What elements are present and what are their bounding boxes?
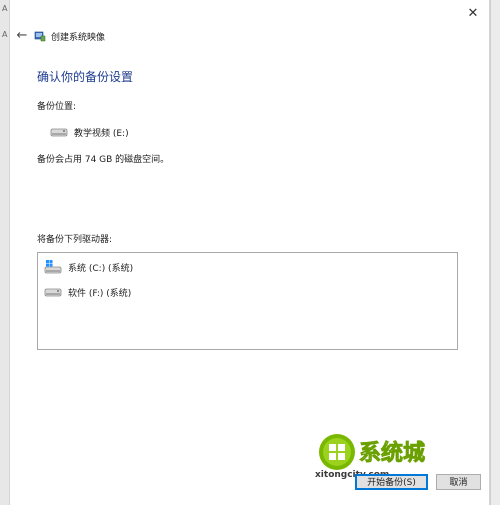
- backup-location-drive-label: 教学视频 (E:): [74, 129, 129, 139]
- back-button[interactable]: ←: [14, 28, 30, 44]
- page-heading: 确认你的备份设置: [37, 70, 134, 84]
- background-text-fragment: A: [2, 30, 8, 39]
- window-title: 创建系统映像: [51, 33, 106, 43]
- background-window-strip-right: [490, 0, 500, 505]
- close-button[interactable]: ✕: [465, 6, 481, 22]
- windows-drive-icon: [44, 260, 62, 274]
- backup-location-drive: 教学视频 (E:): [50, 126, 129, 139]
- watermark-logo: 系统城 xitongcity.com: [315, 434, 425, 480]
- drive-label: 软件 (F:) (系统): [68, 289, 132, 299]
- system-image-icon: [34, 31, 46, 42]
- start-backup-button[interactable]: 开始备份(S): [355, 474, 428, 490]
- list-item[interactable]: 系统 (C:) (系统): [44, 260, 133, 274]
- hard-drive-icon: [50, 128, 68, 137]
- close-icon: ✕: [467, 6, 479, 21]
- drives-listbox[interactable]: 系统 (C:) (系统) 软件 (F:) (系统): [37, 252, 458, 350]
- hard-drive-icon: [44, 288, 62, 297]
- cancel-button[interactable]: 取消: [436, 474, 481, 490]
- back-arrow-icon: ←: [16, 28, 28, 43]
- watermark-brand: 系统城: [359, 440, 425, 466]
- drive-label: 系统 (C:) (系统): [68, 263, 134, 274]
- create-system-image-window: ✕ ← 创建系统映像 确认你的备份设置 备份位置: 教学视频 (E:) 备份会占…: [9, 0, 490, 505]
- list-item[interactable]: 软件 (F:) (系统): [44, 286, 131, 299]
- background-text-fragment: A: [2, 4, 8, 13]
- backup-size-text: 备份会占用 74 GB 的磁盘空间。: [37, 155, 170, 165]
- title-bar: ✕: [10, 0, 489, 34]
- drives-to-backup-label: 将备份下列驱动器:: [37, 235, 113, 245]
- backup-location-label: 备份位置:: [37, 102, 77, 112]
